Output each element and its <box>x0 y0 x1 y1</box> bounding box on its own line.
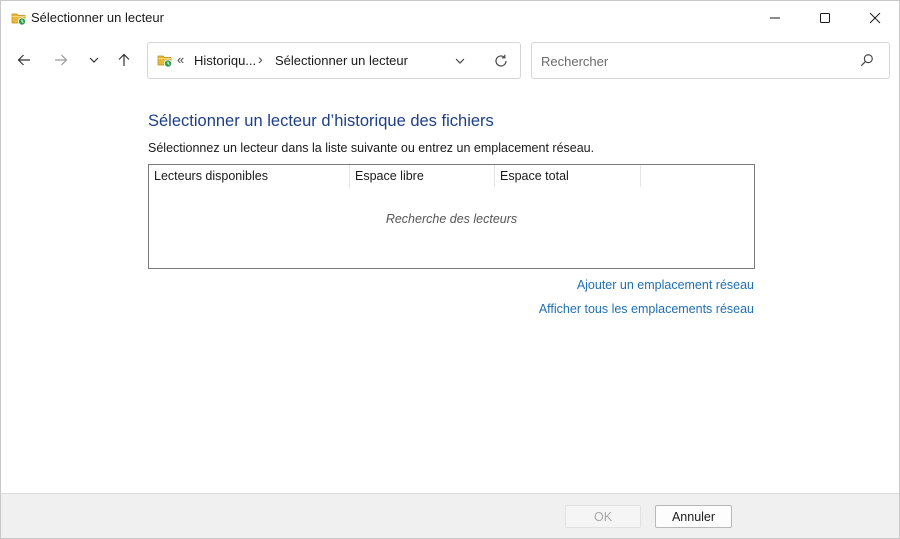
instruction-text: Sélectionnez un lecteur dans la liste su… <box>148 141 595 155</box>
recent-locations-button[interactable] <box>81 47 107 73</box>
chevron-down-icon <box>89 57 99 63</box>
maximize-icon <box>820 13 830 23</box>
dialog-window: Sélectionner un lecteur « Historiqu... ›… <box>0 0 900 539</box>
title-bar: Sélectionner un lecteur <box>1 1 899 35</box>
refresh-button[interactable] <box>491 51 511 71</box>
breadcrumb-item-select-drive[interactable]: Sélectionner un lecteur <box>275 53 408 68</box>
arrow-left-icon <box>17 54 30 66</box>
navigation-bar: « Historiqu... › Sélectionner un lecteur… <box>1 35 899 87</box>
ok-button[interactable]: OK <box>565 505 641 528</box>
add-network-location-link[interactable]: Ajouter un emplacement réseau <box>577 278 754 292</box>
breadcrumb-separator[interactable]: › <box>258 51 263 67</box>
address-bar[interactable]: « Historiqu... › Sélectionner un lecteur <box>147 42 521 79</box>
back-button[interactable] <box>11 47 37 73</box>
search-input[interactable]: Rechercher <box>541 54 608 69</box>
forward-button[interactable] <box>48 47 74 73</box>
arrow-right-icon <box>55 54 68 66</box>
show-network-locations-link[interactable]: Afficher tous les emplacements réseau <box>539 302 754 316</box>
dialog-footer: OK Annuler <box>1 493 899 538</box>
refresh-icon <box>495 54 507 67</box>
chevron-down-icon <box>455 58 465 64</box>
close-icon <box>869 12 881 24</box>
arrow-up-icon <box>118 53 130 66</box>
address-dropdown-button[interactable] <box>450 52 470 70</box>
search-box[interactable]: Rechercher <box>531 42 890 79</box>
breadcrumb-overflow[interactable]: « <box>177 52 184 67</box>
column-header-available-drives[interactable]: Lecteurs disponibles <box>149 165 350 187</box>
minimize-icon <box>770 17 780 19</box>
search-icon[interactable] <box>860 53 876 69</box>
up-button[interactable] <box>111 47 137 73</box>
column-header-total-space[interactable]: Espace total <box>495 165 641 187</box>
drive-list[interactable]: Lecteurs disponibles Espace libre Espace… <box>148 164 755 269</box>
breadcrumb-item-history[interactable]: Historiqu... <box>194 53 256 68</box>
close-button[interactable] <box>852 1 898 35</box>
window-title: Sélectionner un lecteur <box>31 10 164 25</box>
column-header-free-space[interactable]: Espace libre <box>350 165 495 187</box>
cancel-button[interactable]: Annuler <box>655 505 732 528</box>
maximize-button[interactable] <box>802 1 848 35</box>
minimize-button[interactable] <box>752 1 798 35</box>
page-title: Sélectionner un lecteur d’historique des… <box>148 112 494 130</box>
file-history-icon <box>157 52 173 68</box>
file-history-icon <box>11 10 27 26</box>
drive-list-status: Recherche des lecteurs <box>385 212 518 226</box>
